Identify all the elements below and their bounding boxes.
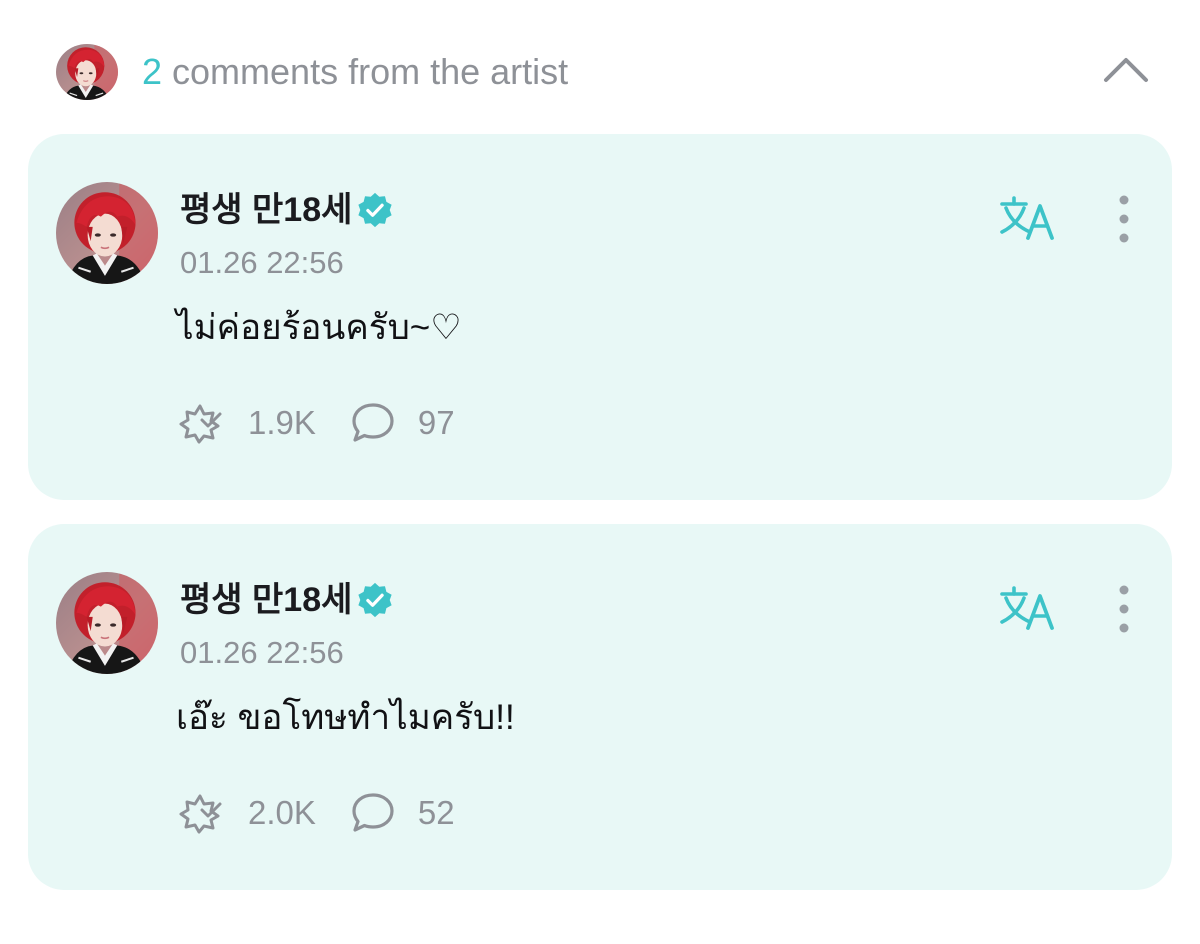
artist-comments-panel: 2 comments from the artist 평생 만18세 01.26 … xyxy=(0,0,1200,944)
more-vertical-icon xyxy=(1119,585,1129,633)
comment-card: 평생 만18세 01.26 22:56 เอ๊ะ ขอโทษทำไมครับ!! xyxy=(28,524,1172,890)
author-name[interactable]: 평생 만18세 xyxy=(180,188,394,232)
collapse-button[interactable] xyxy=(1098,48,1154,88)
verified-badge-icon xyxy=(358,192,393,228)
comment-timestamp: 01.26 22:56 xyxy=(180,635,344,670)
like-icon xyxy=(179,404,222,444)
more-options-button[interactable] xyxy=(1108,582,1140,636)
artist-comments-title: 2 comments from the artist xyxy=(142,50,568,94)
artist-comments-header[interactable]: 2 comments from the artist xyxy=(0,0,1200,140)
reply-button[interactable]: 52 xyxy=(350,791,455,835)
comment-bubble-icon xyxy=(352,793,394,832)
translate-button[interactable] xyxy=(998,194,1060,242)
translate-icon xyxy=(1000,586,1054,630)
comment-bubble-icon xyxy=(352,403,394,442)
author-avatar[interactable] xyxy=(56,572,158,674)
comment-count: 2 xyxy=(142,51,163,92)
reply-count: 52 xyxy=(417,794,455,831)
comment-card: 평생 만18세 01.26 22:56 ไม่ค่อยร้อนครับ~♡ 1.… xyxy=(28,134,1172,500)
author-name-text: 평생 만18세 xyxy=(180,581,353,619)
author-name[interactable]: 평생 만18세 xyxy=(180,578,394,622)
comments-title-suffix: comments from the artist xyxy=(172,51,569,92)
like-icon xyxy=(179,794,222,834)
like-button[interactable]: 2.0K xyxy=(178,792,316,834)
author-name-text: 평생 만18세 xyxy=(180,191,353,229)
comment-timestamp: 01.26 22:56 xyxy=(180,245,344,280)
like-count: 1.9K xyxy=(248,404,316,441)
comment-stats: 1.9K 97 xyxy=(178,400,455,446)
chevron-up-icon xyxy=(1104,58,1148,82)
more-options-button[interactable] xyxy=(1108,192,1140,246)
verified-badge-icon xyxy=(358,582,393,618)
translate-icon xyxy=(1000,196,1054,240)
more-vertical-icon xyxy=(1119,195,1129,243)
reply-count: 97 xyxy=(417,404,455,441)
like-count: 2.0K xyxy=(248,794,316,831)
reply-button[interactable]: 97 xyxy=(350,401,455,445)
artist-avatar xyxy=(56,44,118,100)
comment-text: ไม่ค่อยร้อนครับ~♡ xyxy=(176,308,462,347)
author-avatar[interactable] xyxy=(56,182,158,284)
translate-button[interactable] xyxy=(998,584,1060,632)
like-button[interactable]: 1.9K xyxy=(178,402,316,444)
comment-stats: 2.0K 52 xyxy=(178,790,455,836)
comment-text: เอ๊ะ ขอโทษทำไมครับ!! xyxy=(176,698,515,737)
